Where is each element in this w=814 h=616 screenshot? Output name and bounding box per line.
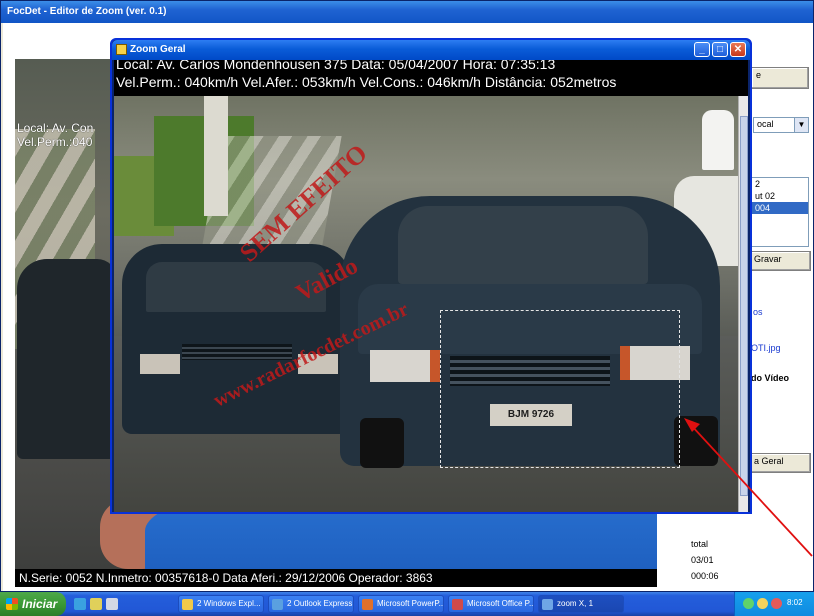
office-icon [452, 599, 463, 610]
list-item[interactable]: 2 [752, 178, 808, 190]
security-icon[interactable] [771, 598, 782, 609]
car-headlight [370, 350, 440, 382]
task-button-explorer[interactable]: 2 Windows Expl... [178, 595, 264, 613]
car-windshield [398, 206, 648, 284]
volume-icon[interactable] [757, 598, 768, 609]
app-icon [542, 599, 553, 610]
car-tire [674, 416, 718, 466]
app-icon [116, 44, 127, 55]
list-item-selected[interactable]: 004 [752, 202, 808, 214]
task-label: Microsoft Office P... [467, 599, 534, 608]
task-label: 2 Windows Expl... [197, 599, 261, 608]
task-button-powerpoint[interactable]: Microsoft PowerP... [358, 595, 444, 613]
start-button[interactable]: Iniciar [0, 592, 66, 616]
zoom-geral-window: Zoom Geral _ □ ✕ Local: Av. Carlos Monde… [110, 38, 752, 514]
windows-logo-icon [6, 598, 18, 610]
location-select-value: ocal [757, 119, 774, 129]
close-icon[interactable]: ✕ [730, 42, 746, 57]
side-link-files[interactable]: os [753, 307, 763, 317]
zoom-geral-button[interactable]: a Geral [749, 453, 811, 473]
outlook-icon[interactable] [90, 598, 102, 610]
vertical-scrollbar[interactable] [738, 96, 748, 512]
side-link-image[interactable]: OTI.jpg [751, 343, 781, 353]
taskbar: Iniciar 2 Windows Expl... 2 Outlook Expr… [0, 592, 814, 616]
main-window-title: FocDet - Editor de Zoom (ver. 0.1) [7, 6, 167, 17]
photo-info-strip: N.Serie: 0052 N.Inmetro: 00357618-0 Data… [15, 569, 657, 587]
zoom-client-area: Local: Av. Carlos Mondenhousen 375 Data:… [114, 60, 748, 512]
start-label: Iniciar [22, 597, 58, 611]
task-label: 2 Outlook Express [287, 599, 353, 608]
car-tire [360, 418, 404, 468]
powerpoint-icon [362, 599, 373, 610]
zoom-window-title: Zoom Geral [130, 44, 186, 55]
task-button-office[interactable]: Microsoft Office P... [448, 595, 534, 613]
task-label: Microsoft PowerP... [377, 599, 444, 608]
zoom-title-bar[interactable]: Zoom Geral _ □ ✕ [112, 40, 750, 60]
status-date: 03/01 [691, 555, 714, 565]
side-list[interactable]: 2 ut 02 004 [751, 177, 809, 247]
pedestrian [702, 110, 734, 170]
ie-icon[interactable] [74, 598, 86, 610]
header-speeds: Vel.Perm.: 040km/h Vel.Afer.: 053km/h Ve… [116, 74, 617, 90]
list-item[interactable]: ut 02 [752, 190, 808, 202]
system-tray: 8:02 [734, 592, 814, 616]
overlay-location-text: Local: Av. Con [17, 121, 94, 135]
save-button[interactable]: Gravar [749, 251, 811, 271]
pole [204, 96, 228, 216]
chevron-down-icon[interactable]: ▼ [794, 118, 808, 132]
clock[interactable]: 8:02 [787, 598, 803, 607]
location-select[interactable]: ocal ▼ [753, 117, 809, 133]
task-label: zoom X, 1 [557, 599, 594, 608]
zoom-info-header: Local: Av. Carlos Mondenhousen 375 Data:… [114, 60, 748, 96]
network-icon[interactable] [743, 598, 754, 609]
folder-icon [182, 599, 193, 610]
background-car [17, 259, 117, 459]
task-button-outlook[interactable]: 2 Outlook Express [268, 595, 354, 613]
task-button-zoom[interactable]: zoom X, 1 [538, 595, 624, 613]
car-headlight [140, 354, 180, 374]
mail-icon [272, 599, 283, 610]
status-total: total [691, 539, 709, 549]
status-time: 000:06 [691, 571, 719, 581]
video-label: do Vídeo [751, 373, 789, 383]
maximize-icon[interactable]: □ [712, 42, 728, 57]
car-grille [182, 344, 292, 360]
header-location-date: Local: Av. Carlos Mondenhousen 375 Data:… [116, 60, 556, 72]
minimize-icon[interactable]: _ [694, 42, 710, 57]
zoom-photo[interactable]: BJM 9726 SEM EFEITO Valido www.radarfocd… [114, 96, 738, 512]
zoom-selection-rectangle[interactable] [440, 310, 680, 468]
side-top-button[interactable]: e [751, 67, 809, 89]
scrollbar-thumb[interactable] [740, 116, 748, 496]
overlay-speed-text: Vel.Perm.:040 [17, 135, 93, 149]
desktop-icon[interactable] [106, 598, 118, 610]
photo-info-text: N.Serie: 0052 N.Inmetro: 00357618-0 Data… [19, 571, 433, 585]
main-title-bar[interactable]: FocDet - Editor de Zoom (ver. 0.1) [1, 1, 813, 23]
